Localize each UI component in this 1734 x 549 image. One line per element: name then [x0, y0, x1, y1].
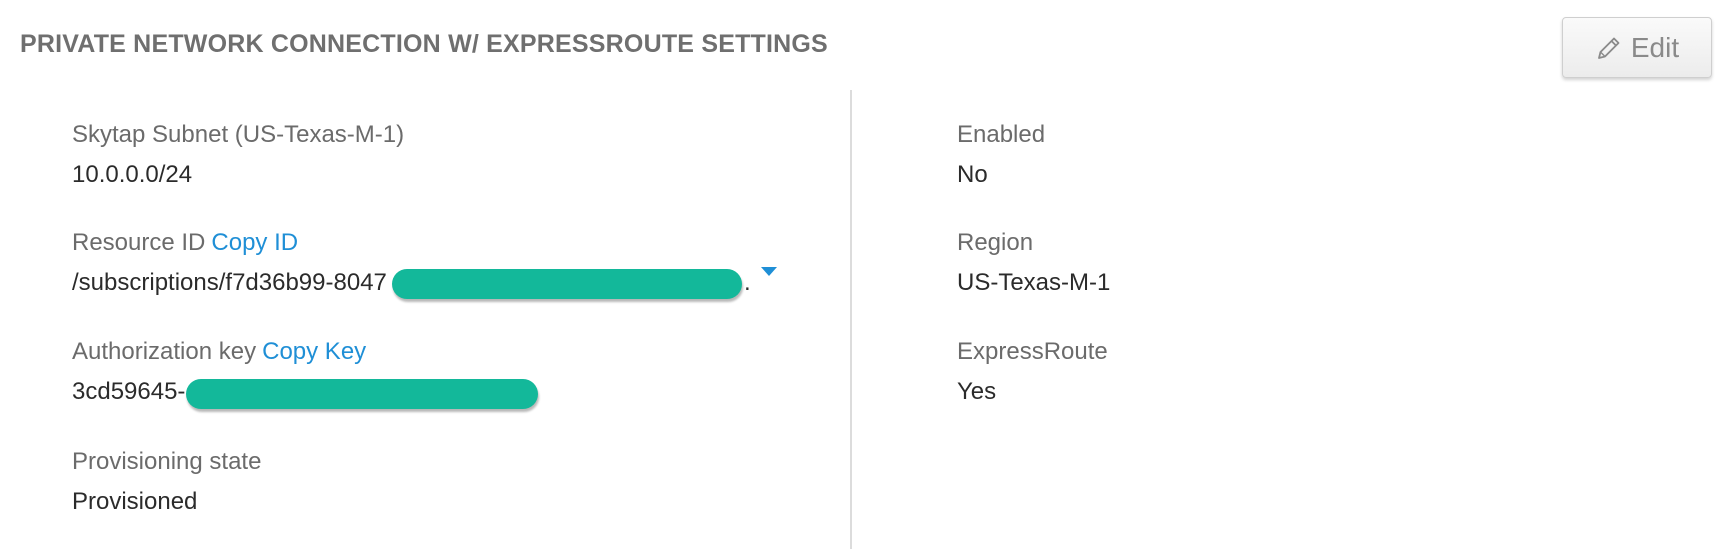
- resource-id-field: Resource ID Copy ID /subscriptions/f7d36b…: [72, 228, 792, 299]
- resource-id-label: Resource ID: [72, 229, 206, 256]
- resource-id-value-row: /subscriptions/f7d36b99-8047 .: [72, 267, 792, 299]
- enabled-value: No: [957, 161, 988, 188]
- copy-id-link[interactable]: Copy ID: [211, 229, 298, 256]
- redaction-mark: [186, 379, 538, 409]
- edit-button[interactable]: Edit: [1562, 17, 1712, 78]
- region-field: Region US-Texas-M-1: [957, 228, 1110, 298]
- authorization-key-value-row: 3cd59645-: [72, 377, 572, 409]
- region-value: US-Texas-M-1: [957, 269, 1111, 296]
- edit-button-label: Edit: [1630, 31, 1680, 63]
- expressroute-value: Yes: [957, 378, 997, 405]
- skytap-subnet-label: Skytap Subnet (US-Texas-M-1): [72, 121, 405, 148]
- authorization-key-field: Authorization key Copy Key 3cd59645-: [72, 337, 572, 409]
- resource-id-ellipsis: .: [744, 269, 751, 296]
- enabled-label: Enabled: [957, 121, 1046, 148]
- redaction-mark: [392, 269, 742, 299]
- caret-down-icon[interactable]: [761, 267, 777, 276]
- pencil-icon: [1595, 34, 1623, 62]
- skytap-subnet-value: 10.0.0.0/24: [72, 161, 193, 188]
- authorization-key-label: Authorization key: [72, 338, 257, 365]
- resource-id-value: /subscriptions/f7d36b99-8047: [72, 269, 387, 296]
- provisioning-state-value: Provisioned: [72, 488, 198, 515]
- authorization-key-label-row: Authorization key Copy Key: [72, 337, 572, 367]
- column-divider: [850, 90, 852, 549]
- resource-id-label-row: Resource ID Copy ID: [72, 228, 792, 258]
- region-label: Region: [957, 229, 1034, 256]
- section-title: PRIVATE NETWORK CONNECTION W/ EXPRESSROU…: [20, 30, 828, 58]
- expressroute-field: ExpressRoute Yes: [957, 337, 1108, 407]
- copy-key-link[interactable]: Copy Key: [262, 338, 366, 365]
- expressroute-label: ExpressRoute: [957, 338, 1108, 365]
- provisioning-state-field: Provisioning state Provisioned: [72, 447, 261, 517]
- provisioning-state-label: Provisioning state: [72, 448, 262, 475]
- enabled-field: Enabled No: [957, 120, 1045, 190]
- authorization-key-value: 3cd59645-: [72, 378, 186, 405]
- skytap-subnet-field: Skytap Subnet (US-Texas-M-1) 10.0.0.0/24: [72, 120, 404, 190]
